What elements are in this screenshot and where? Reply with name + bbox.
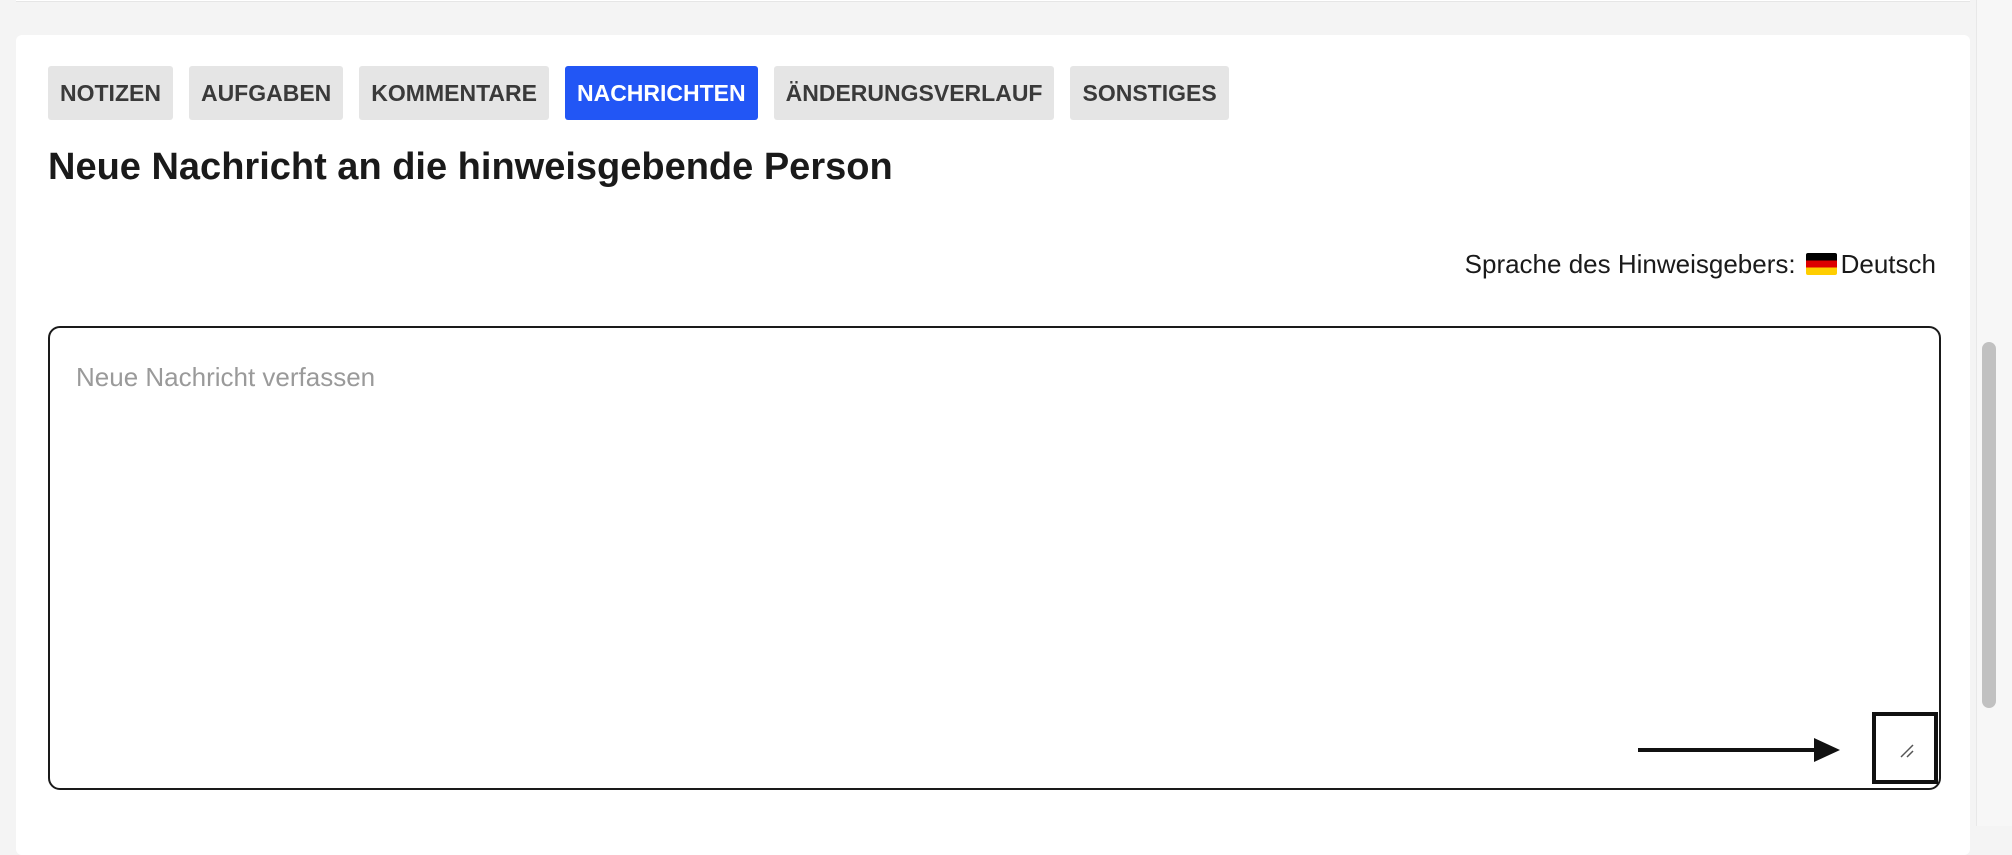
tab-nachrichten[interactable]: NACHRICHTEN [564,66,758,120]
tab-sonstiges[interactable]: SONSTIGES [1070,66,1229,120]
whistleblower-language: Sprache des Hinweisgebers: Deutsch [1465,244,1936,284]
tab-kommentare[interactable]: KOMMENTARE [359,66,549,120]
message-input[interactable] [50,328,1939,788]
tab-aenderungsverlauf[interactable]: ÄNDERUNGSVERLAUF [773,66,1055,120]
tab-bar: NOTIZEN AUFGABEN KOMMENTARE NACHRICHTEN … [48,66,1229,120]
page-title: Neue Nachricht an die hinweisgebende Per… [48,146,893,188]
scrollbar-thumb[interactable] [1982,342,1996,708]
message-compose-box [48,326,1941,790]
previous-card-edge [16,0,1970,2]
germany-flag-icon [1805,253,1837,275]
language-value: Deutsch [1840,248,1936,279]
resize-grip-icon [1900,744,1914,758]
resize-handle[interactable] [1872,712,1938,784]
tab-notizen[interactable]: NOTIZEN [48,66,173,120]
arrow-right-icon [1638,738,1840,762]
language-label: Sprache des Hinweisgebers: [1464,248,1796,279]
tab-aufgaben[interactable]: AUFGABEN [188,66,344,120]
